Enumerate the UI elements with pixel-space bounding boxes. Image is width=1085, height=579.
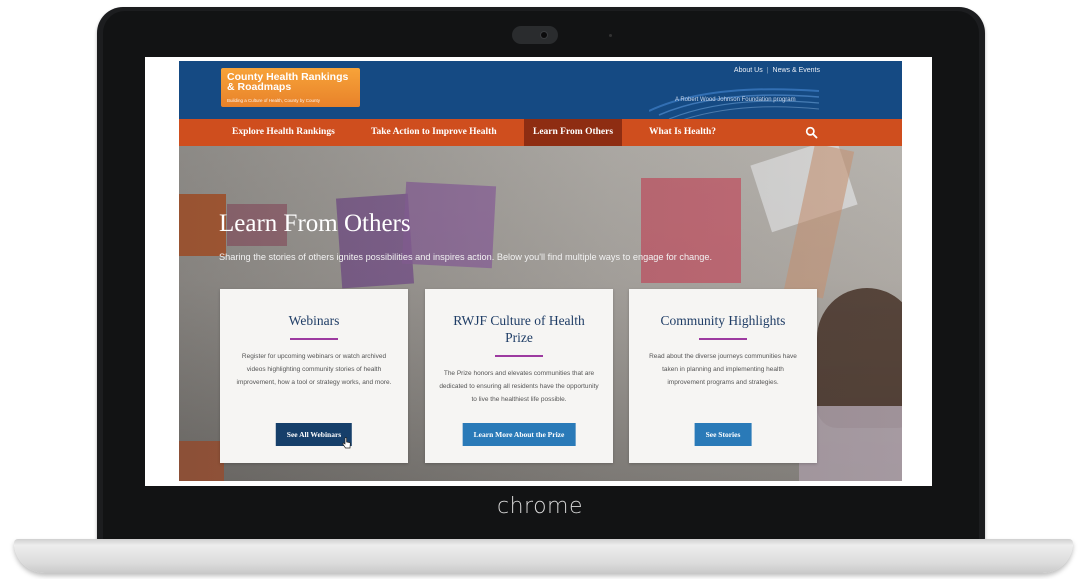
card-title: Webinars xyxy=(288,313,340,328)
site-logo[interactable]: County Health Rankings & Roadmaps Buildi… xyxy=(221,68,360,107)
see-all-webinars-button[interactable]: See All Webinars xyxy=(275,423,353,446)
nav-take-action[interactable]: Take Action to Improve Health xyxy=(371,119,497,146)
card-description: Read about the diverse journeys communit… xyxy=(649,353,797,386)
card-culture-of-health-prize: RWJF Culture of Health Prize The Prize h… xyxy=(425,289,613,463)
laptop-screen: County Health Rankings & Roadmaps Buildi… xyxy=(145,57,932,486)
card-title: Community Highlights xyxy=(660,313,786,328)
card-divider xyxy=(495,355,543,357)
site-header: County Health Rankings & Roadmaps Buildi… xyxy=(179,61,902,119)
hand-cursor-icon xyxy=(342,437,351,449)
website: County Health Rankings & Roadmaps Buildi… xyxy=(179,61,902,481)
rwjf-program-text: A Robert Wood Johnson Foundation program xyxy=(675,97,796,103)
page-title: Learn From Others xyxy=(219,210,411,237)
card-title: RWJF Culture of Health Prize xyxy=(453,313,585,345)
card-community-highlights: Community Highlights Read about the dive… xyxy=(629,289,817,463)
utility-links: About Us | News & Events xyxy=(734,67,820,74)
card-description: Register for upcoming webinars or watch … xyxy=(236,353,392,386)
learn-more-prize-button[interactable]: Learn More About the Prize xyxy=(462,423,576,446)
main-nav: Explore Health Rankings Take Action to I… xyxy=(179,119,902,146)
search-icon[interactable] xyxy=(805,126,818,139)
nav-learn-from-others[interactable]: Learn From Others xyxy=(524,119,623,146)
logo-tagline: Building a Culture of Health, County by … xyxy=(227,98,321,103)
card-divider xyxy=(290,338,338,340)
card-description: The Prize honors and elevates communitie… xyxy=(439,370,599,403)
laptop-hinge xyxy=(14,539,1073,545)
card-divider xyxy=(699,338,747,340)
laptop-base xyxy=(14,539,1073,573)
chrome-brand-label: chrome xyxy=(496,494,584,519)
webcam xyxy=(512,26,558,44)
microphone xyxy=(609,34,612,37)
page-subtitle: Sharing the stories of others ignites po… xyxy=(219,252,713,262)
see-stories-button[interactable]: See Stories xyxy=(694,423,752,446)
nav-what-is-health[interactable]: What Is Health? xyxy=(649,119,716,146)
hero-banner: Learn From Others Sharing the stories of… xyxy=(179,146,902,481)
utility-separator: | xyxy=(766,67,769,74)
logo-title: County Health Rankings & Roadmaps xyxy=(227,71,349,93)
about-us-link[interactable]: About Us xyxy=(734,67,763,74)
nav-explore-health-rankings[interactable]: Explore Health Rankings xyxy=(232,119,335,146)
news-events-link[interactable]: News & Events xyxy=(773,67,820,74)
card-webinars: Webinars Register for upcoming webinars … xyxy=(220,289,408,463)
